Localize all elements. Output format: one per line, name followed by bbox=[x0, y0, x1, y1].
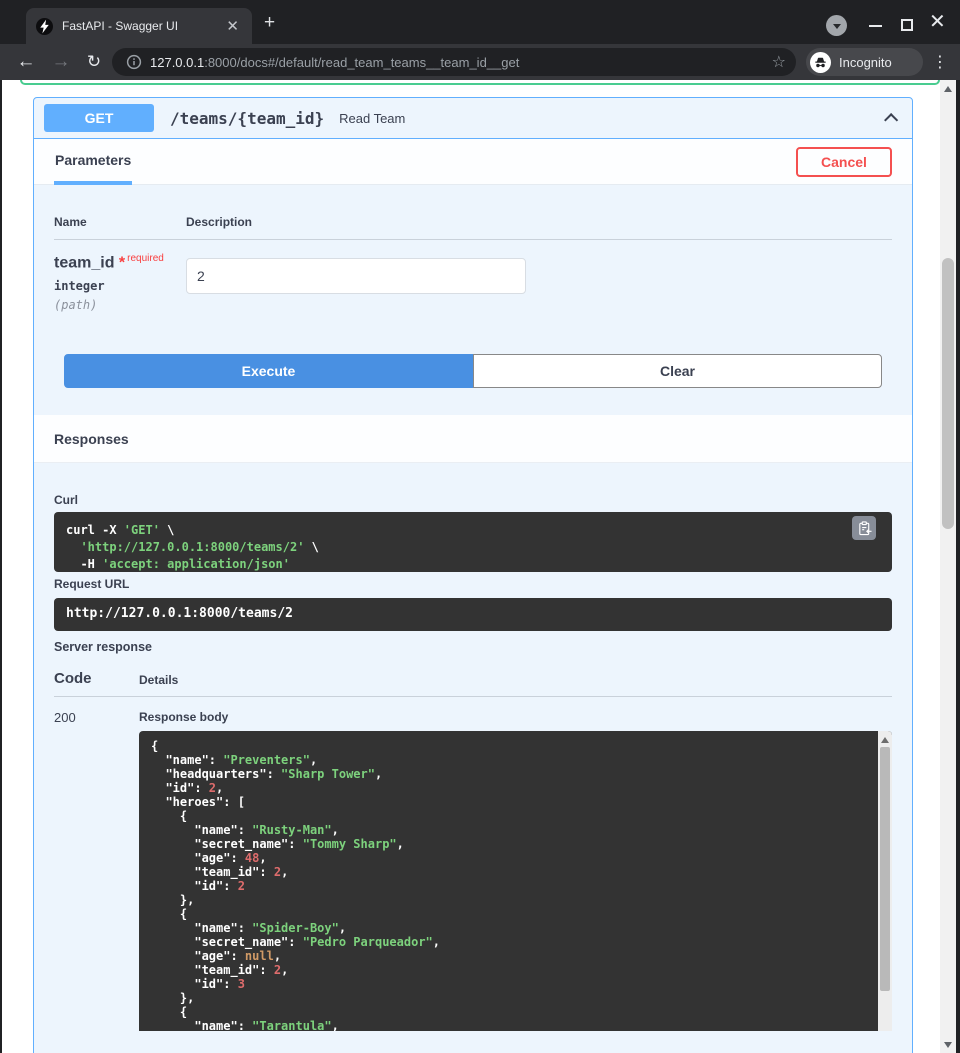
http-method-badge: GET bbox=[44, 104, 154, 132]
parameters-tabbar: Parameters Cancel bbox=[34, 139, 912, 185]
clipboard-icon bbox=[857, 521, 872, 536]
parameter-value-cell bbox=[186, 253, 892, 312]
parameter-name: team_id bbox=[54, 254, 114, 271]
details-column-header: Details bbox=[139, 673, 178, 687]
page-info-icon[interactable] bbox=[126, 54, 142, 70]
window-minimize-button[interactable] bbox=[869, 25, 882, 27]
request-url-label: Request URL bbox=[54, 577, 892, 591]
execute-button[interactable]: Execute bbox=[64, 354, 473, 388]
back-button[interactable]: ← bbox=[12, 44, 40, 80]
parameter-row: team_id *required integer (path) bbox=[54, 240, 892, 312]
incognito-label: Incognito bbox=[839, 55, 892, 70]
code-details-header: Code Details bbox=[54, 670, 892, 697]
copy-to-clipboard-button[interactable] bbox=[852, 516, 876, 540]
name-column-header: Name bbox=[54, 215, 186, 229]
swagger-page: GET /teams/{team_id} Read Team Parameter… bbox=[0, 80, 960, 1053]
window-caret-button[interactable] bbox=[826, 15, 847, 36]
url-path: :8000/docs#/default/read_team_teams__tea… bbox=[204, 55, 519, 70]
description-column-header: Description bbox=[186, 215, 252, 229]
new-tab-button[interactable]: + bbox=[264, 13, 275, 32]
url-text: 127.0.0.1:8000/docs#/default/read_team_t… bbox=[150, 55, 764, 70]
responses-content: Curl curl -X 'GET' \ 'http://127.0.0.1:8… bbox=[34, 493, 912, 1031]
fastapi-favicon bbox=[36, 18, 53, 35]
browser-menu-button[interactable]: ⋮ bbox=[926, 44, 954, 80]
url-host: 127.0.0.1 bbox=[150, 55, 204, 70]
incognito-badge: Incognito bbox=[806, 48, 923, 76]
execute-row: Execute Clear bbox=[64, 354, 882, 388]
page-scroll-up-icon[interactable] bbox=[944, 86, 952, 92]
response-json: { "name": "Preventers", "headquarters": … bbox=[151, 739, 868, 1031]
bookmark-star-icon[interactable]: ☆ bbox=[772, 52, 786, 72]
responses-section-header: Responses bbox=[34, 415, 912, 463]
page-scrollbar[interactable] bbox=[940, 80, 956, 1053]
clear-button[interactable]: Clear bbox=[473, 354, 882, 388]
forward-button[interactable]: → bbox=[47, 44, 75, 80]
parameters-table-header: Name Description bbox=[54, 215, 892, 240]
response-row: 200 Response body { "name": "Preventers"… bbox=[54, 708, 892, 1031]
reload-button[interactable]: ↻ bbox=[80, 44, 108, 80]
responses-title: Responses bbox=[54, 431, 129, 447]
tab-parameters[interactable]: Parameters bbox=[54, 140, 132, 185]
window-maximize-button[interactable] bbox=[901, 19, 913, 31]
browser-toolbar: ← → ↻ 127.0.0.1:8000/docs#/default/read_… bbox=[0, 44, 960, 80]
required-asterisk: * bbox=[114, 254, 125, 271]
response-body-scrollbar[interactable] bbox=[878, 731, 892, 1031]
window-close-button[interactable]: ✕ bbox=[929, 12, 946, 32]
browser-titlebar: FastAPI - Swagger UI ✕ + ✕ bbox=[0, 0, 960, 44]
team-id-input[interactable] bbox=[186, 258, 526, 294]
browser-tab[interactable]: FastAPI - Swagger UI ✕ bbox=[26, 8, 252, 44]
opblock-summary[interactable]: GET /teams/{team_id} Read Team bbox=[34, 98, 912, 139]
incognito-spy-icon bbox=[810, 52, 831, 73]
address-bar[interactable]: 127.0.0.1:8000/docs#/default/read_team_t… bbox=[112, 48, 796, 76]
tab-title: FastAPI - Swagger UI bbox=[62, 19, 223, 33]
parameter-type: integer bbox=[54, 279, 186, 293]
response-details-cell: Response body { "name": "Preventers", "h… bbox=[139, 708, 892, 1031]
caret-down-icon bbox=[833, 24, 841, 29]
required-label: required bbox=[127, 253, 164, 264]
response-scrollbar-thumb[interactable] bbox=[880, 747, 890, 991]
page-scrollbar-thumb[interactable] bbox=[942, 258, 954, 529]
window-right-edge bbox=[956, 80, 960, 1053]
response-body-code-block: { "name": "Preventers", "headquarters": … bbox=[139, 731, 892, 1031]
curl-label: Curl bbox=[54, 493, 892, 507]
cancel-button[interactable]: Cancel bbox=[796, 147, 892, 177]
endpoint-path: /teams/{team_id} bbox=[170, 109, 324, 128]
parameters-section: Name Description team_id *required integ… bbox=[34, 185, 912, 388]
status-code: 200 bbox=[54, 708, 139, 1031]
page-scroll-down-icon[interactable] bbox=[944, 1042, 952, 1048]
server-response-label: Server response bbox=[54, 640, 892, 654]
parameter-location: (path) bbox=[54, 298, 186, 312]
curl-code-block: curl -X 'GET' \ 'http://127.0.0.1:8000/t… bbox=[54, 512, 892, 572]
window-left-edge bbox=[0, 80, 2, 1053]
parameter-name-cell: team_id *required integer (path) bbox=[54, 253, 186, 312]
get-opblock: GET /teams/{team_id} Read Team Parameter… bbox=[33, 97, 913, 1053]
code-column-header: Code bbox=[54, 670, 139, 687]
response-body-label: Response body bbox=[139, 710, 892, 724]
tab-close-icon[interactable]: ✕ bbox=[223, 19, 242, 34]
previous-opblock-tail bbox=[20, 80, 940, 85]
endpoint-summary: Read Team bbox=[339, 111, 405, 126]
request-url-value: http://127.0.0.1:8000/teams/2 bbox=[54, 598, 892, 631]
chevron-up-icon[interactable] bbox=[884, 113, 898, 127]
scroll-up-arrow-icon[interactable] bbox=[881, 737, 889, 743]
